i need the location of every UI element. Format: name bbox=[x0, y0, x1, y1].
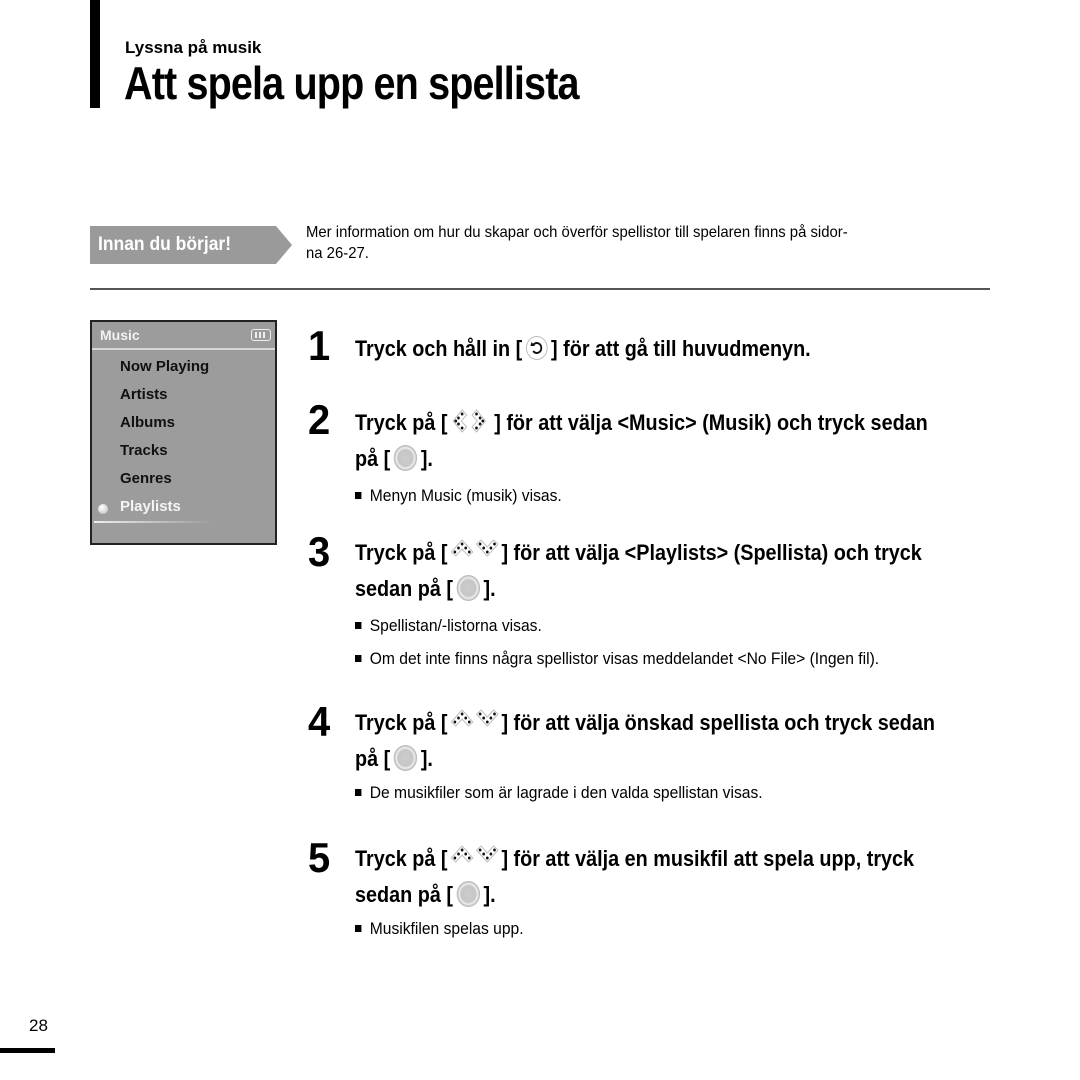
step-result: Menyn Music (musik) visas. bbox=[355, 486, 562, 506]
left-right-icon bbox=[449, 408, 486, 434]
select-button-icon bbox=[456, 881, 480, 908]
step-text: ] för att välja <Playlists> (Spellista) … bbox=[501, 540, 922, 565]
step-text: ]. bbox=[483, 882, 496, 907]
up-down-icon bbox=[449, 708, 499, 734]
step-result-text: Spellistan/-listorna visas. bbox=[369, 616, 542, 635]
divider bbox=[90, 288, 990, 290]
step-text: ]. bbox=[420, 746, 433, 771]
step-instruction-line2: sedan på []. bbox=[355, 881, 496, 909]
step-instruction: Tryck på [ ] för att välja <Music> (Musik… bbox=[355, 408, 928, 437]
step-instruction: Tryck på [ ] för att välja <Playlists> (S… bbox=[355, 538, 922, 567]
step-text: Tryck på [ bbox=[355, 410, 448, 435]
step-number: 5 bbox=[308, 834, 331, 881]
selection-underline bbox=[94, 521, 214, 523]
device-header: Music bbox=[92, 322, 275, 350]
step-result: Musikfilen spelas upp. bbox=[355, 919, 524, 939]
step-number: 1 bbox=[308, 322, 331, 369]
step-text: Tryck och håll in [ bbox=[355, 336, 523, 361]
note-text-line: na 26-27. bbox=[306, 245, 369, 262]
note-badge-label: Innan du börjar! bbox=[98, 234, 232, 255]
page-title: Att spela upp en spellista bbox=[124, 57, 580, 109]
note-badge: Innan du börjar! bbox=[90, 226, 276, 264]
page-number: 28 bbox=[29, 1016, 48, 1035]
battery-full-icon bbox=[251, 329, 271, 341]
bullet-square-icon bbox=[355, 655, 362, 662]
bullet-square-icon bbox=[355, 789, 362, 796]
device-menu-item-selected: Playlists bbox=[120, 498, 181, 515]
device-menu-item: Now Playing bbox=[120, 358, 210, 375]
step-number: 2 bbox=[308, 396, 331, 443]
page-bar bbox=[0, 1048, 55, 1053]
step-result-text: De musikfiler som är lagrade i den valda… bbox=[369, 783, 763, 802]
device-screen: Music Now Playing Artists Albums Tracks … bbox=[90, 320, 277, 545]
section-label: Lyssna på musik bbox=[125, 38, 262, 57]
device-menu-item: Albums bbox=[120, 414, 176, 431]
step-text: Tryck på [ bbox=[355, 846, 448, 871]
up-down-icon bbox=[449, 538, 499, 564]
bullet-square-icon bbox=[355, 622, 362, 629]
step-text: ] för att välja önskad spellista och try… bbox=[501, 710, 936, 735]
step-text: på [ bbox=[355, 446, 391, 471]
step-text: sedan på [ bbox=[355, 576, 453, 601]
step-instruction-line2: sedan på []. bbox=[355, 575, 496, 603]
step-instruction-line2: på []. bbox=[355, 445, 433, 473]
step-text: Tryck på [ bbox=[355, 540, 448, 565]
select-button-icon bbox=[393, 445, 418, 472]
selection-bullet-icon bbox=[98, 504, 108, 514]
bullet-square-icon bbox=[355, 492, 362, 499]
step-text: ]. bbox=[483, 576, 496, 601]
step-text: på [ bbox=[355, 746, 391, 771]
device-title: Music bbox=[100, 327, 140, 343]
step-result-text: Om det inte finns några spellistor visas… bbox=[369, 649, 880, 668]
step-text: Tryck på [ bbox=[355, 710, 448, 735]
back-icon bbox=[525, 336, 548, 361]
up-down-icon bbox=[449, 844, 499, 870]
step-instruction-line2: på []. bbox=[355, 745, 433, 773]
step-result: Om det inte finns några spellistor visas… bbox=[355, 649, 879, 669]
step-number: 4 bbox=[308, 698, 331, 745]
step-instruction: Tryck på [ ] för att välja önskad spellis… bbox=[355, 708, 936, 737]
device-menu-item: Genres bbox=[120, 470, 172, 487]
select-button-icon bbox=[456, 575, 480, 602]
step-instruction: Tryck och håll in [ ] för att gå till huv… bbox=[355, 336, 811, 362]
step-result: De musikfiler som är lagrade i den valda… bbox=[355, 783, 763, 803]
step-text: ]. bbox=[420, 446, 433, 471]
step-result-text: Musikfilen spelas upp. bbox=[369, 919, 524, 938]
step-result: Spellistan/-listorna visas. bbox=[355, 616, 542, 636]
device-menu-item: Artists bbox=[120, 386, 168, 403]
step-text: ] för att välja en musikfil att spela up… bbox=[501, 846, 915, 871]
step-text: ] för att välja <Music> (Musik) och tryc… bbox=[494, 410, 928, 435]
section-bar bbox=[90, 0, 100, 108]
note-text: Mer information om hur du skapar och öve… bbox=[306, 222, 1026, 264]
step-text: sedan på [ bbox=[355, 882, 453, 907]
step-number: 3 bbox=[308, 528, 331, 575]
step-instruction: Tryck på [ ] för att välja en musikfil at… bbox=[355, 844, 915, 873]
step-text: ] för att gå till huvudmenyn. bbox=[551, 336, 811, 361]
device-menu-item: Tracks bbox=[120, 442, 168, 459]
step-result-text: Menyn Music (musik) visas. bbox=[369, 486, 562, 505]
note-text-line: Mer information om hur du skapar och öve… bbox=[306, 224, 848, 241]
note-badge-arrow bbox=[276, 226, 292, 264]
bullet-square-icon bbox=[355, 925, 362, 932]
select-button-icon bbox=[393, 745, 418, 772]
